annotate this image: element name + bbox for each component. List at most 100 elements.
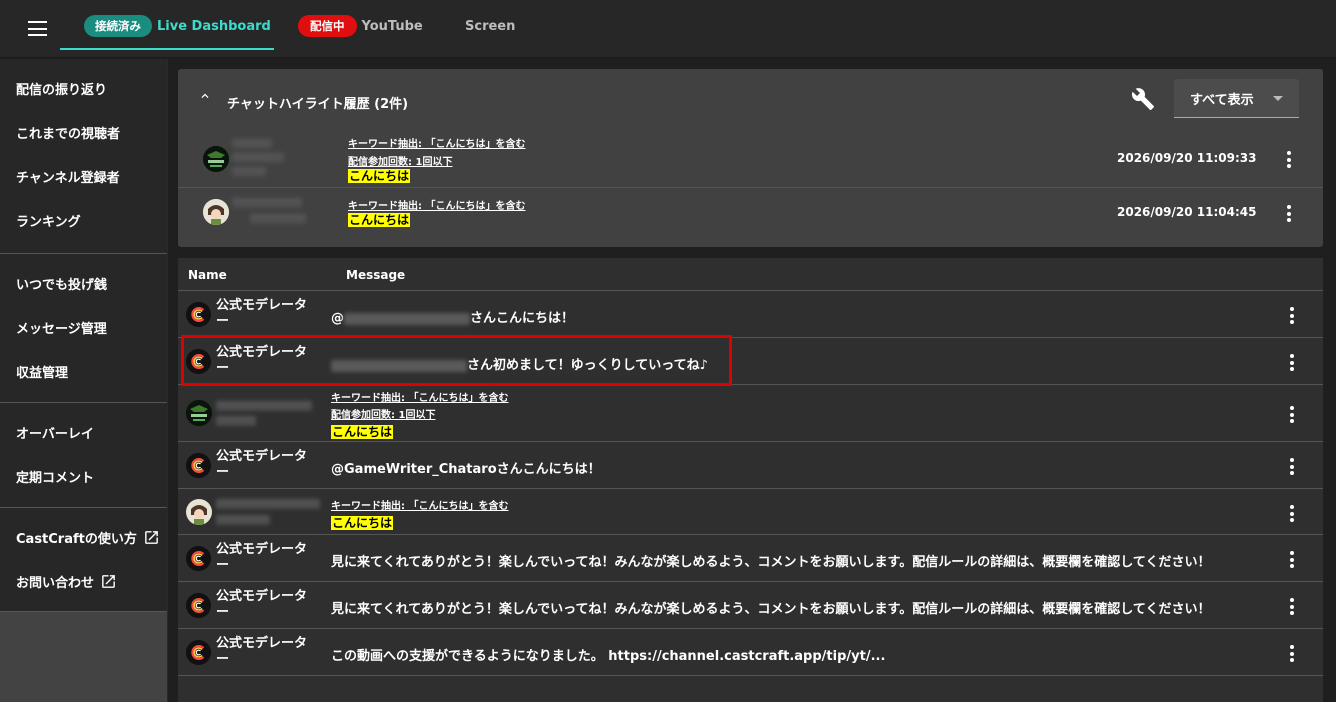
sidebar-item-tipping[interactable]: いつでも投げ銭 — [0, 261, 167, 305]
moderator-avatar — [186, 453, 211, 478]
live-badge: 配信中 — [298, 15, 357, 37]
highlighted-word: こんにちは — [331, 425, 394, 439]
collapse-icon[interactable] — [198, 89, 212, 103]
blurred-username — [232, 139, 272, 149]
sidebar-item-ranking[interactable]: ランキング — [0, 198, 167, 242]
highlight-panel-header: チャットハイライト履歴 (2件) すべて表示 — [178, 69, 1323, 131]
blurred-username — [232, 167, 266, 177]
highlight-condition-keyword[interactable]: キーワード抽出: 「こんにちは」を含む — [348, 135, 525, 150]
sidebar-item-overlay[interactable]: オーバーレイ — [0, 410, 167, 454]
more-options-icon[interactable] — [1290, 458, 1294, 478]
avatar — [186, 400, 212, 426]
table-row[interactable]: キーワード抽出: 「こんにちは」を含む こんにちは — [178, 489, 1323, 535]
connected-badge: 接続済み — [84, 15, 152, 37]
table-row[interactable]: 公式モデレーター @GameWriter_Chataroさんこんにちは！ — [178, 442, 1323, 489]
sidebar-item-message-management[interactable]: メッセージ管理 — [0, 305, 167, 349]
more-options-icon[interactable] — [1290, 551, 1294, 571]
sidebar-item-stream-review[interactable]: 配信の振り返り — [0, 66, 167, 110]
author-name[interactable]: 公式モデレーター — [216, 636, 316, 668]
moderator-avatar — [186, 349, 211, 374]
blurred-username — [216, 416, 256, 426]
highlighted-word: こんにちは — [331, 516, 394, 530]
blurred-mention — [331, 359, 467, 372]
moderator-avatar — [186, 546, 211, 571]
message-text: さん初めまして！ゆっくりしていってね♪ — [331, 354, 708, 373]
external-link-icon — [145, 530, 158, 544]
dropdown-arrow-icon — [1273, 96, 1283, 101]
table-row[interactable]: 公式モデレーター さん初めまして！ゆっくりしていってね♪ — [178, 338, 1323, 385]
highlighted-word: こんにちは — [348, 169, 411, 183]
more-options-icon[interactable] — [1287, 205, 1291, 225]
message-body: さん初めまして！ゆっくりしていってね♪ — [467, 358, 708, 373]
author-name[interactable]: 公式モデレーター — [216, 542, 316, 574]
more-options-icon[interactable] — [1290, 645, 1294, 665]
author-name[interactable]: 公式モデレーター — [216, 298, 316, 330]
avatar — [203, 199, 229, 225]
blurred-username — [232, 198, 302, 208]
sidebar-group-money: いつでも投げ銭 メッセージ管理 収益管理 — [0, 254, 167, 403]
author-name[interactable]: 公式モデレーター — [216, 345, 316, 377]
table-row[interactable]: 公式モデレーター 見に来てくれてありがとう！楽しんでいってね！みんなが楽しめるよ… — [178, 582, 1323, 629]
sidebar: 配信の振り返り これまでの視聴者 チャンネル登録者 ランキング いつでも投げ銭 … — [0, 59, 168, 702]
highlight-condition-participation[interactable]: 配信参加回数: 1回以下 — [348, 153, 452, 168]
highlight-row[interactable]: キーワード抽出: 「こんにちは」を含む こんにちは 2026/09/20 11:… — [178, 188, 1323, 240]
menu-icon[interactable] — [28, 21, 47, 36]
message-text: 見に来てくれてありがとう！楽しんでいってね！みんなが楽しめるよう、コメントをお願… — [331, 602, 1211, 617]
author-name[interactable]: 公式モデレーター — [216, 449, 316, 481]
highlight-condition-keyword[interactable]: キーワード抽出: 「こんにちは」を含む — [348, 197, 525, 212]
moderator-avatar — [186, 302, 211, 327]
highlight-timestamp: 2026/09/20 11:04:45 — [1117, 205, 1257, 219]
table-row[interactable]: 公式モデレーター @ さんこんにちは！ — [178, 291, 1323, 338]
tab-screen[interactable]: Screen — [465, 0, 515, 52]
chat-highlight-panel: チャットハイライト履歴 (2件) すべて表示 キーワード抽出: 「こんにちは」を… — [178, 69, 1323, 247]
highlighted-word: こんにちは — [348, 213, 411, 227]
message-body: さんこんにちは！ — [470, 311, 575, 326]
sidebar-item-scheduled-comments[interactable]: 定期コメント — [0, 454, 167, 498]
blurred-username — [216, 515, 270, 525]
more-options-icon[interactable] — [1287, 151, 1291, 171]
avatar — [203, 146, 229, 172]
highlight-condition-participation[interactable]: 配信参加回数: 1回以下 — [331, 406, 435, 421]
more-options-icon[interactable] — [1290, 598, 1294, 618]
blurred-username — [250, 214, 306, 224]
message-text: @ さんこんにちは！ — [331, 307, 574, 326]
tab-label: Screen — [465, 18, 516, 34]
tab-live-dashboard[interactable]: 接続済み Live Dashboard — [60, 0, 274, 52]
blurred-username — [216, 401, 312, 411]
table-header: Name Message — [178, 258, 1323, 291]
tab-label: Live Dashboard — [157, 18, 271, 34]
table-row[interactable]: 公式モデレーター 見に来てくれてありがとう！楽しんでいってね！みんなが楽しめるよ… — [178, 535, 1323, 582]
message-mention-prefix: @ — [331, 311, 344, 326]
message-text: この動画への支援ができるようになりました。 https://channel.ca… — [331, 649, 886, 664]
table-row[interactable]: 公式モデレーター この動画への支援ができるようになりました。 https://c… — [178, 629, 1323, 676]
highlight-row[interactable]: キーワード抽出: 「こんにちは」を含む 配信参加回数: 1回以下 こんにちは 2… — [178, 131, 1323, 188]
sidebar-item-how-to-use[interactable]: CastCraftの使い方 — [0, 515, 167, 559]
blurred-username — [216, 499, 320, 509]
more-options-icon[interactable] — [1290, 354, 1294, 374]
sidebar-group-tools: オーバーレイ 定期コメント — [0, 403, 167, 508]
avatar — [186, 499, 212, 525]
sidebar-item-past-viewers[interactable]: これまでの視聴者 — [0, 110, 167, 154]
table-row[interactable]: キーワード抽出: 「こんにちは」を含む 配信参加回数: 1回以下 こんにちは — [178, 385, 1323, 442]
filter-selected-value: すべて表示 — [1190, 93, 1254, 108]
highlight-filter-select[interactable]: すべて表示 — [1174, 79, 1299, 118]
tab-youtube[interactable]: 配信中 YouTube — [298, 0, 423, 52]
highlight-condition-keyword[interactable]: キーワード抽出: 「こんにちは」を含む — [331, 497, 508, 512]
sidebar-group-analytics: 配信の振り返り これまでの視聴者 チャンネル登録者 ランキング — [0, 59, 167, 254]
highlight-timestamp: 2026/09/20 11:09:33 — [1117, 151, 1257, 165]
sidebar-item-subscribers[interactable]: チャンネル登録者 — [0, 154, 167, 198]
sidebar-item-label: CastCraftの使い方 — [16, 531, 137, 547]
wrench-icon[interactable] — [1131, 87, 1155, 111]
sidebar-item-contact[interactable]: お問い合わせ — [0, 559, 167, 603]
highlight-condition-keyword[interactable]: キーワード抽出: 「こんにちは」を含む — [331, 389, 508, 404]
author-name[interactable]: 公式モデレーター — [216, 589, 316, 621]
top-bar: 接続済み Live Dashboard 配信中 YouTube Screen — [0, 0, 1336, 58]
more-options-icon[interactable] — [1290, 307, 1294, 327]
message-text: 見に来てくれてありがとう！楽しんでいってね！みんなが楽しめるよう、コメントをお願… — [331, 555, 1211, 570]
more-options-icon[interactable] — [1290, 505, 1294, 525]
blurred-mention — [344, 312, 470, 325]
more-options-icon[interactable] — [1290, 406, 1294, 426]
sidebar-group-help: CastCraftの使い方 お問い合わせ — [0, 508, 167, 612]
sidebar-item-revenue[interactable]: 収益管理 — [0, 349, 167, 393]
highlight-panel-title: チャットハイライト履歴 (2件) — [227, 97, 409, 112]
